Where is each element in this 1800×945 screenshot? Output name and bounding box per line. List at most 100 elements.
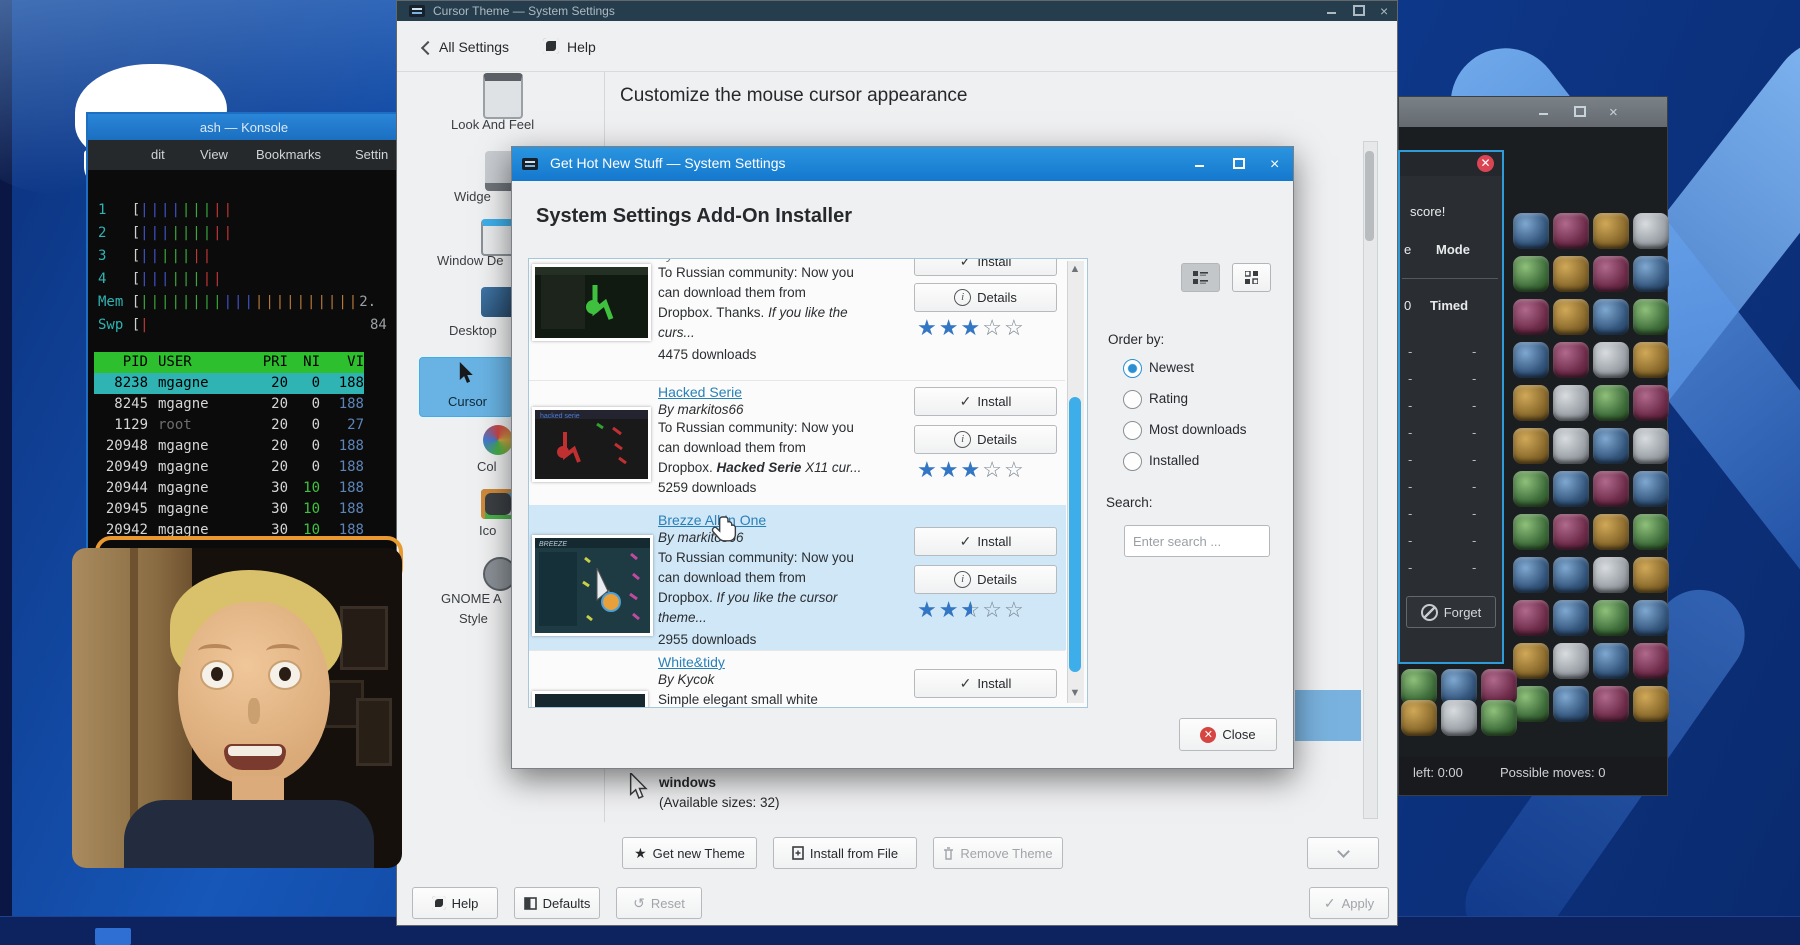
gem-S[interactable] <box>1441 700 1477 736</box>
gem-B[interactable] <box>1593 299 1629 335</box>
radio-newest[interactable] <box>1123 359 1142 378</box>
menu-edit[interactable]: dit <box>151 147 165 162</box>
gem-B[interactable] <box>1553 471 1589 507</box>
grid-view-button[interactable] <box>1232 263 1271 292</box>
star-icon[interactable]: ★ <box>917 597 939 622</box>
gem-S[interactable] <box>1553 643 1589 679</box>
defaults-button[interactable]: Defaults <box>514 887 600 919</box>
gem-B[interactable] <box>1593 428 1629 464</box>
minimize-icon[interactable] <box>1539 105 1548 119</box>
gem-B[interactable] <box>1633 256 1669 292</box>
gem-G[interactable] <box>1513 686 1549 722</box>
forget-button[interactable]: Forget <box>1406 596 1496 628</box>
gem-P[interactable] <box>1633 643 1669 679</box>
gem-P[interactable] <box>1593 256 1629 292</box>
gem-B[interactable] <box>1633 600 1669 636</box>
gem-B[interactable] <box>1553 686 1589 722</box>
gem-G[interactable] <box>1593 385 1629 421</box>
maximize-icon[interactable] <box>1574 105 1586 119</box>
theme-name[interactable]: windows <box>659 775 716 790</box>
sidebar-item-look-and-feel[interactable]: Look And Feel <box>451 117 534 132</box>
sidebar-item-desktop-theme[interactable]: Desktop <box>449 323 497 338</box>
htop-process-row[interactable]: 20949mgagne200188 <box>94 457 364 478</box>
gem-B[interactable] <box>1513 213 1549 249</box>
gem-O[interactable] <box>1553 256 1589 292</box>
gem-P[interactable] <box>1553 342 1589 378</box>
help-button[interactable]: Help <box>567 39 596 55</box>
sidebar-item-window-decorations[interactable]: Window De <box>437 253 503 268</box>
taskbar-chip[interactable] <box>95 928 131 945</box>
theme-list-scrollbar-thumb[interactable] <box>1365 151 1374 241</box>
details-button[interactable]: iDetails <box>914 283 1057 312</box>
htop-process-row[interactable]: 20944mgagne3010188 <box>94 478 364 499</box>
look-and-feel-icon[interactable] <box>483 73 523 119</box>
radio-installed-label[interactable]: Installed <box>1149 453 1199 468</box>
highscore-titlebar[interactable]: ✕ <box>1400 152 1502 176</box>
gem-P[interactable] <box>1553 213 1589 249</box>
maximize-icon[interactable] <box>1353 4 1365 18</box>
sidebar-item-icons[interactable]: Ico <box>479 523 496 538</box>
star-icon[interactable]: ★ <box>960 315 982 340</box>
gem-B[interactable] <box>1593 643 1629 679</box>
size-dropdown[interactable] <box>1307 837 1379 869</box>
gem-O[interactable] <box>1633 342 1669 378</box>
desktop-theme-icon[interactable] <box>481 287 515 317</box>
star-icon[interactable]: ☆ <box>1004 597 1026 622</box>
colors-icon[interactable] <box>483 425 513 455</box>
theme-list-selected-row-sliver[interactable] <box>1295 690 1361 741</box>
gem-S[interactable] <box>1553 385 1589 421</box>
install-button[interactable]: ✓Install <box>914 387 1057 416</box>
htop-process-row[interactable]: 8245mgagne200188 <box>94 394 364 415</box>
list-scrollbar-thumb[interactable] <box>1069 397 1081 672</box>
details-button[interactable]: iDetails <box>914 565 1057 594</box>
close-button[interactable]: ✕ Close <box>1179 718 1277 751</box>
star-icon[interactable]: ★ <box>939 315 961 340</box>
gem-P[interactable] <box>1593 471 1629 507</box>
gem-O[interactable] <box>1593 213 1629 249</box>
sidebar-item-gnome-style-line2[interactable]: Style <box>459 611 488 626</box>
all-settings-button[interactable]: All Settings <box>439 39 509 55</box>
sidebar-item-widget-style[interactable]: Widge <box>454 189 491 204</box>
radio-most-downloads[interactable] <box>1123 421 1142 440</box>
gem-O[interactable] <box>1593 514 1629 550</box>
radio-installed[interactable] <box>1123 452 1142 471</box>
radio-newest-label[interactable]: Newest <box>1149 360 1194 375</box>
rating-stars[interactable]: ★★☆★☆☆ <box>917 597 1026 623</box>
apply-button[interactable]: ✓ Apply <box>1309 887 1389 919</box>
gem-S[interactable] <box>1633 213 1669 249</box>
gem-P[interactable] <box>1513 299 1549 335</box>
help-button-bottom[interactable]: Help <box>412 887 498 919</box>
star-icon[interactable]: ☆ <box>1004 315 1026 340</box>
gem-G[interactable] <box>1513 514 1549 550</box>
menu-bookmarks[interactable]: Bookmarks <box>256 147 321 162</box>
gem-G[interactable] <box>1481 700 1517 736</box>
close-icon[interactable]: × <box>1609 105 1618 120</box>
install-button[interactable]: ✓Install <box>914 258 1057 276</box>
install-button[interactable]: ✓Install <box>914 669 1057 698</box>
gem-G[interactable] <box>1593 600 1629 636</box>
gem-G[interactable] <box>1513 471 1549 507</box>
item-title-link[interactable]: Hacked Serie <box>658 384 742 400</box>
gem-B[interactable] <box>1513 557 1549 593</box>
star-icon[interactable]: ★ <box>917 457 939 482</box>
gem-O[interactable] <box>1513 428 1549 464</box>
star-icon[interactable]: ☆ <box>982 597 1004 622</box>
close-icon[interactable]: × <box>1270 157 1279 173</box>
gem-O[interactable] <box>1401 700 1437 736</box>
star-icon[interactable]: ☆★ <box>960 597 982 623</box>
icons-icon[interactable] <box>481 489 515 519</box>
minimize-icon[interactable] <box>1327 4 1336 18</box>
gem-O[interactable] <box>1553 299 1589 335</box>
gem-B[interactable] <box>1553 557 1589 593</box>
gem-G[interactable] <box>1633 514 1669 550</box>
back-chevron-icon[interactable] <box>421 41 435 55</box>
rating-stars[interactable]: ★★★☆☆ <box>917 315 1026 341</box>
sidebar-item-cursor-theme-selected[interactable]: Cursor <box>419 357 513 417</box>
search-input[interactable] <box>1124 525 1270 557</box>
gem-O[interactable] <box>1633 686 1669 722</box>
gem-O[interactable] <box>1633 557 1669 593</box>
reset-button[interactable]: ↺ Reset <box>616 887 702 919</box>
gem-B[interactable] <box>1513 342 1549 378</box>
star-icon[interactable]: ☆ <box>982 315 1004 340</box>
item-title-link[interactable]: White&tidy <box>658 654 725 670</box>
